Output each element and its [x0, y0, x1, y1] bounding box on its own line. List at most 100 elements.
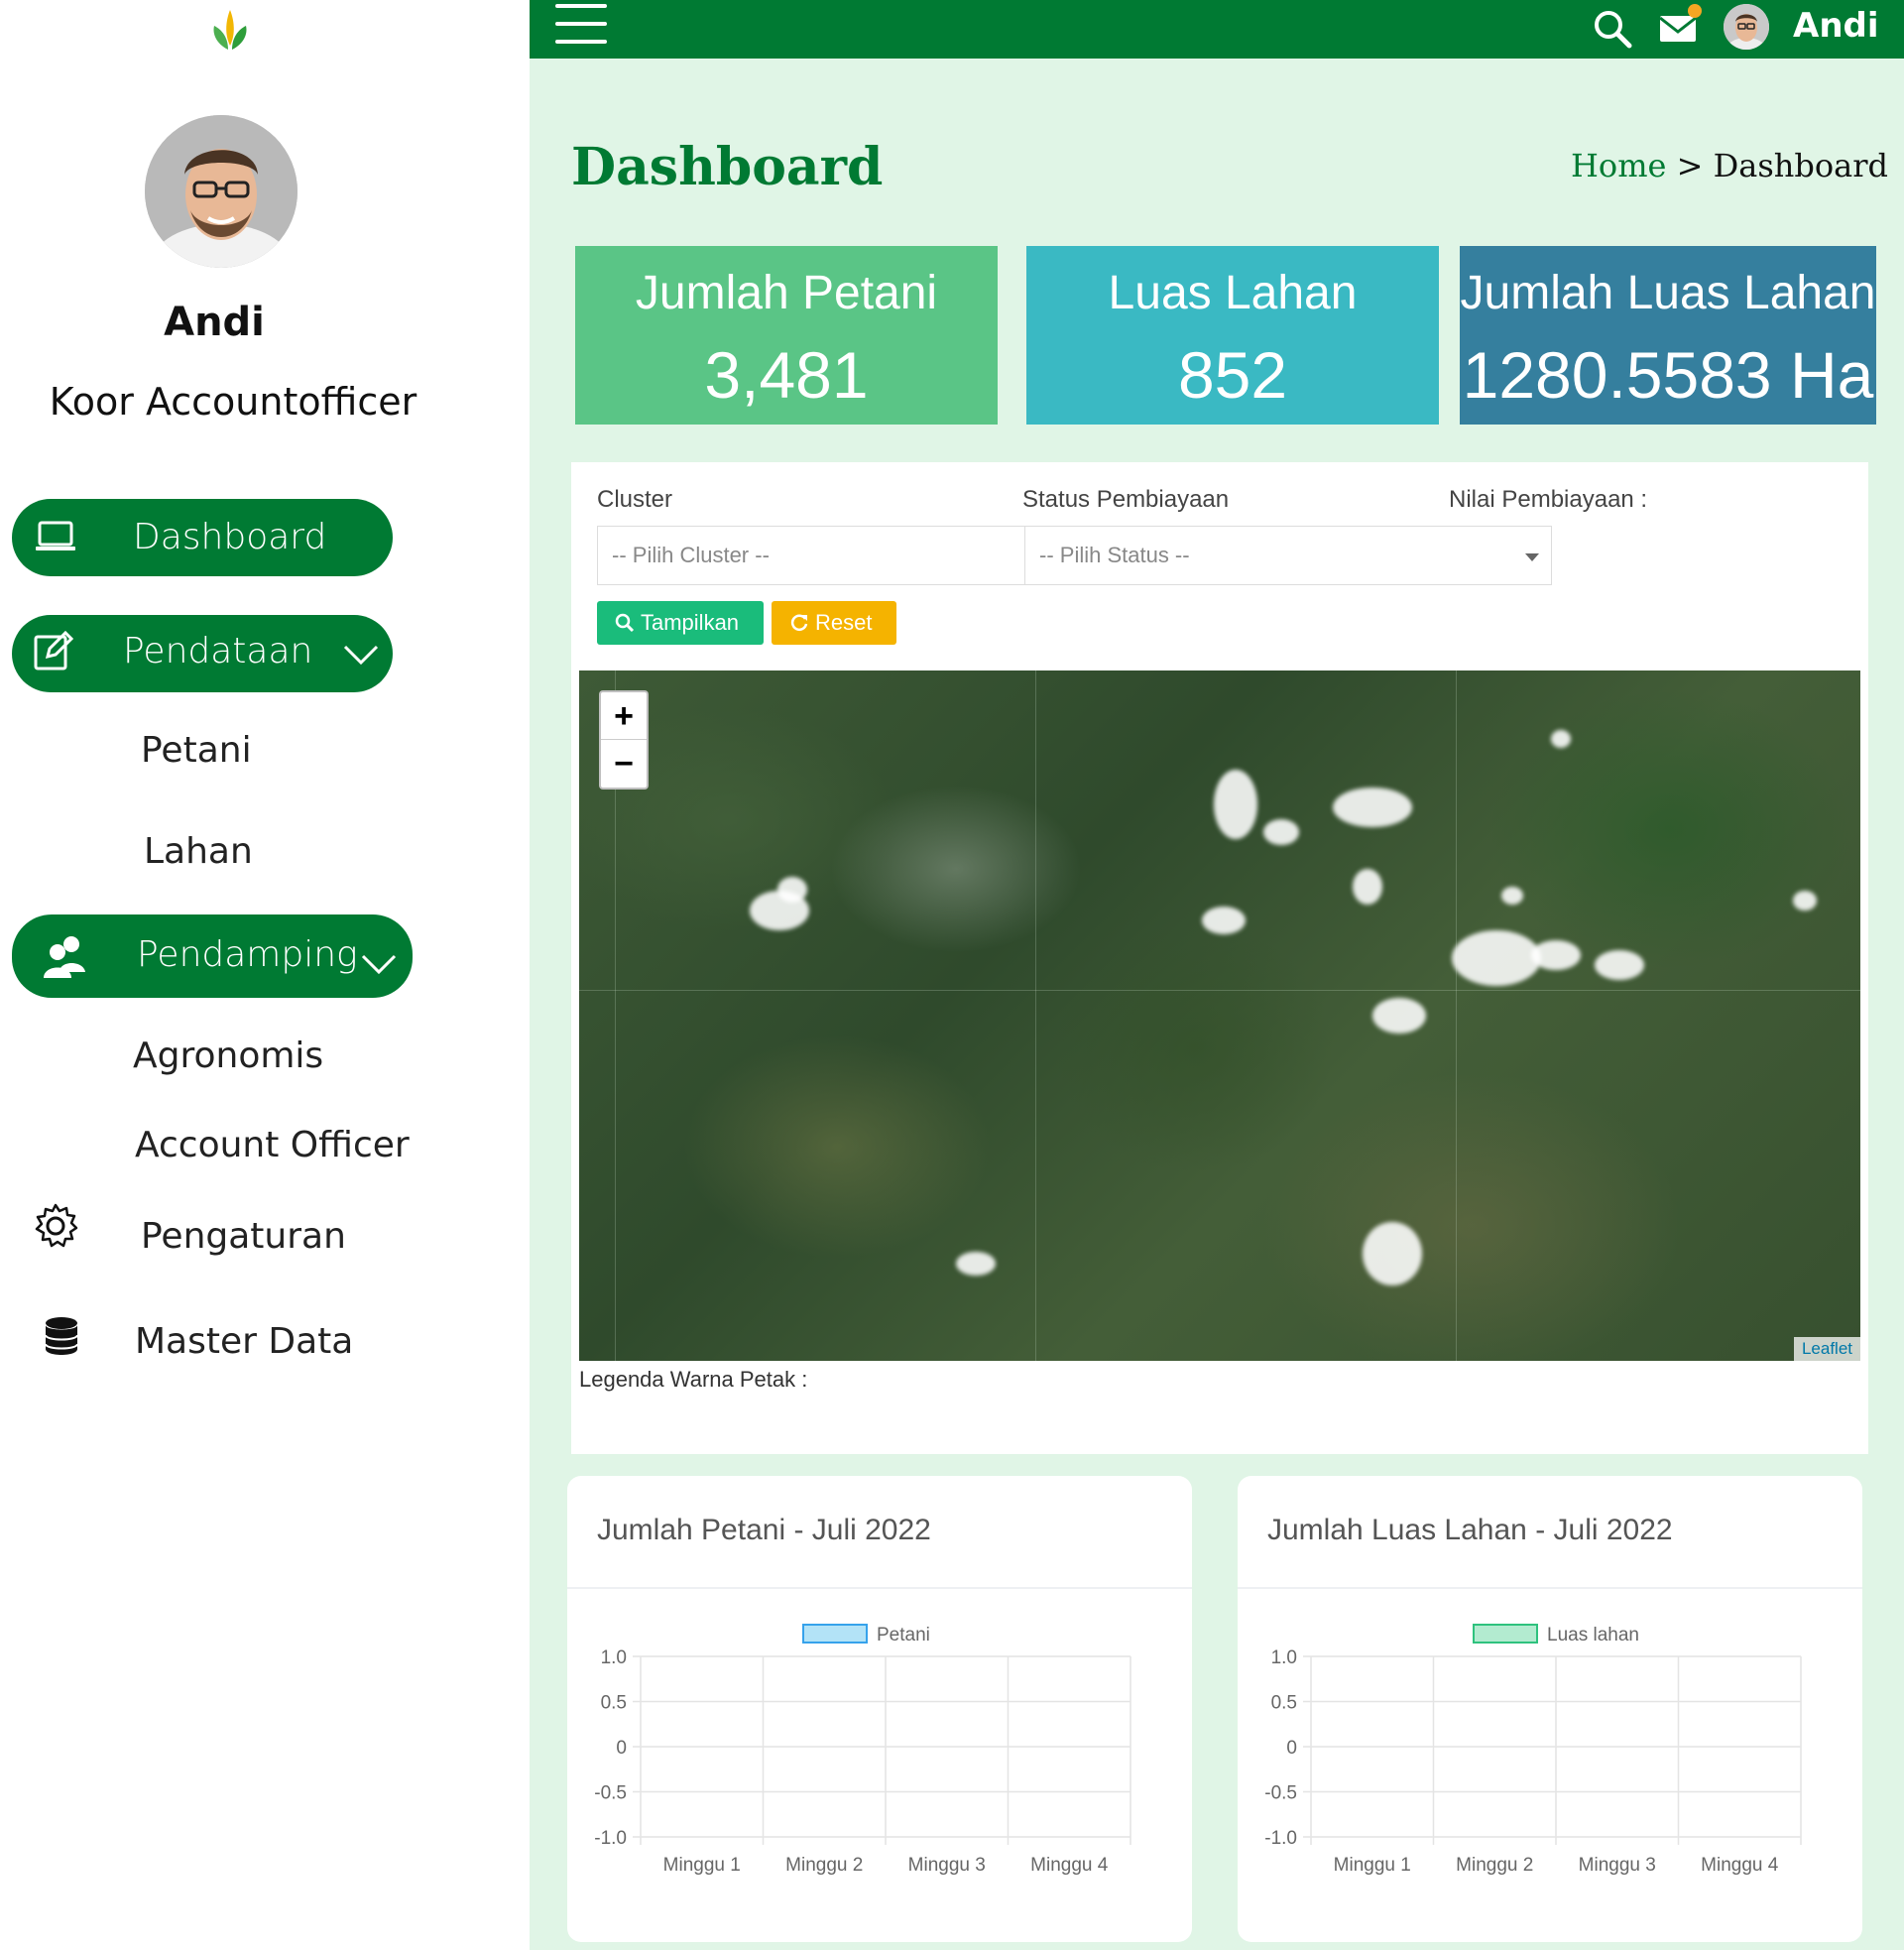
map-zoom-control: + − — [599, 690, 649, 790]
satellite-map[interactable]: + − Leaflet — [579, 670, 1860, 1361]
user-avatar-icon — [1724, 4, 1769, 50]
status-select-value: -- Pilih Status -- — [1039, 543, 1190, 567]
chart-title: Jumlah Petani - Juli 2022 — [597, 1514, 931, 1546]
edit-icon — [34, 630, 74, 670]
chart-title: Jumlah Luas Lahan - Juli 2022 — [1267, 1514, 1673, 1546]
stat-value: 3,481 — [704, 338, 869, 412]
y-tick-label: -1.0 — [594, 1828, 627, 1849]
chart-card-luas-lahan: Jumlah Luas Lahan - Juli 2022 Luas lahan… — [1238, 1476, 1862, 1942]
map-legend-label: Legenda Warna Petak : — [579, 1367, 808, 1392]
sidebar-item-dashboard[interactable]: Dashboard — [12, 499, 393, 576]
map-tile-seam — [579, 990, 1860, 991]
map-cloud — [956, 1252, 996, 1276]
map-cloud — [1202, 907, 1246, 934]
x-tick-label: Minggu 3 — [908, 1855, 986, 1876]
leaf-logo-icon — [213, 10, 247, 50]
sidebar-item-label: Pendataan — [123, 631, 313, 671]
legend-swatch — [1473, 1624, 1538, 1644]
y-tick-label: -0.5 — [594, 1783, 627, 1804]
reset-button[interactable]: Reset — [772, 601, 896, 645]
caret-down-icon — [1525, 553, 1539, 561]
stat-label: Jumlah Luas Lahan — [1460, 267, 1876, 319]
stat-value: 1280.5583 Ha — [1462, 338, 1874, 412]
zoom-in-button[interactable]: + — [601, 692, 647, 740]
map-tile-seam — [1456, 670, 1457, 1361]
status-label: Status Pembiayaan — [1022, 486, 1230, 513]
y-tick-label: 0.5 — [1271, 1693, 1297, 1714]
sidebar-subitem-account-officer[interactable]: Account Officer — [135, 1125, 410, 1165]
chart-card-petani: Jumlah Petani - Juli 2022 Petani 1.0 0.5 0 -… — [567, 1476, 1192, 1942]
sidebar-subitem-lahan[interactable]: Lahan — [144, 831, 253, 872]
legend-swatch — [802, 1624, 868, 1644]
x-tick-label: Minggu 2 — [785, 1855, 863, 1876]
sidebar-item-pendamping[interactable]: Pendamping — [12, 914, 413, 998]
search-icon — [615, 613, 635, 633]
sidebar-item-pendataan[interactable]: Pendataan — [12, 615, 393, 692]
y-tick-label: 1.0 — [1271, 1647, 1297, 1668]
map-cloud — [1214, 770, 1257, 839]
petani-bar-chart: Petani 1.0 0.5 0 -0.5 -1.0 Minggu 1 Minggu 2 Min… — [594, 1624, 1131, 1876]
map-cloud — [777, 877, 807, 903]
stat-label: Jumlah Petani — [635, 267, 938, 319]
sidebar-item-label: Dashboard — [133, 517, 327, 557]
laptop-icon — [36, 521, 75, 550]
sidebar-item-label: Pendamping — [137, 934, 358, 975]
y-tick-label: 0 — [1286, 1738, 1297, 1759]
map-cloud — [1333, 788, 1412, 827]
map-cloud — [1452, 930, 1541, 986]
y-tick-label: 0.5 — [601, 1693, 627, 1714]
sidebar-subitem-agronomis[interactable]: Agronomis — [133, 1036, 323, 1076]
status-select[interactable]: -- Pilih Status -- — [1024, 526, 1552, 585]
notification-dot — [1688, 4, 1702, 18]
gear-icon — [35, 1203, 78, 1248]
stat-card-luas-lahan: Luas Lahan 852 — [1026, 246, 1439, 425]
map-cloud — [1372, 998, 1426, 1034]
chart-header: Jumlah Luas Lahan - Juli 2022 — [1238, 1476, 1862, 1589]
sidebar-item-pengaturan[interactable]: Pengaturan — [0, 1200, 530, 1270]
x-tick-label: Minggu 4 — [1701, 1855, 1779, 1876]
hamburger-menu-icon[interactable] — [555, 4, 607, 44]
cluster-select[interactable]: -- Pilih Cluster -- — [597, 526, 1025, 585]
user-avatar[interactable] — [145, 115, 298, 268]
chart-header: Jumlah Petani - Juli 2022 — [567, 1476, 1192, 1589]
tampilkan-button[interactable]: Tampilkan — [597, 601, 764, 645]
leaflet-attribution-link[interactable]: Leaflet — [1793, 1337, 1860, 1361]
map-cloud — [1363, 1222, 1422, 1285]
cluster-select-value: -- Pilih Cluster -- — [612, 543, 770, 567]
legend-label: Petani — [877, 1625, 930, 1645]
topbar-user-name[interactable]: Andi — [1793, 6, 1879, 46]
sidebar-item-master-data[interactable]: Master Data — [0, 1307, 530, 1377]
map-cloud — [1353, 869, 1382, 905]
sidebar-item-label: Master Data — [135, 1321, 354, 1362]
stat-label: Luas Lahan — [1108, 267, 1358, 319]
map-cloud — [1793, 891, 1817, 911]
breadcrumb-current: Dashboard — [1713, 147, 1888, 184]
users-icon — [44, 936, 85, 978]
legend-label: Luas lahan — [1547, 1625, 1639, 1645]
map-cloud — [1263, 819, 1299, 845]
breadcrumb-home-link[interactable]: Home — [1571, 147, 1666, 184]
topbar: Andi — [530, 0, 1904, 59]
map-panel: Cluster Status Pembiayaan Nilai Pembiaya… — [571, 462, 1868, 1454]
sidebar-subitem-petani[interactable]: Petani — [141, 730, 252, 771]
x-tick-label: Minggu 4 — [1030, 1855, 1109, 1876]
sidebar-item-label: Pengaturan — [141, 1216, 346, 1257]
chevron-down-icon — [361, 954, 397, 975]
y-tick-label: -0.5 — [1264, 1783, 1297, 1804]
database-icon — [45, 1317, 78, 1355]
cluster-label: Cluster — [597, 486, 673, 513]
map-tile-seam — [1035, 670, 1036, 1361]
y-tick-label: 1.0 — [601, 1647, 627, 1668]
search-icon[interactable] — [1592, 8, 1633, 50]
x-tick-label: Minggu 1 — [663, 1855, 741, 1876]
y-tick-label: -1.0 — [1264, 1828, 1297, 1849]
breadcrumb-separator: > — [1676, 147, 1704, 184]
main-content: Andi Dashboard Home > Dashboard Jumlah P… — [530, 0, 1904, 1950]
zoom-out-button[interactable]: − — [601, 740, 647, 788]
chevron-down-icon — [343, 645, 379, 666]
luas-lahan-bar-chart: Luas lahan 1.0 0.5 0 -0.5 -1.0 Minggu 1 Minggu … — [1264, 1624, 1802, 1876]
topbar-avatar[interactable] — [1724, 4, 1769, 50]
stat-value: 852 — [1177, 338, 1288, 412]
map-cloud — [1531, 940, 1581, 970]
page-title: Dashboard — [571, 137, 884, 197]
